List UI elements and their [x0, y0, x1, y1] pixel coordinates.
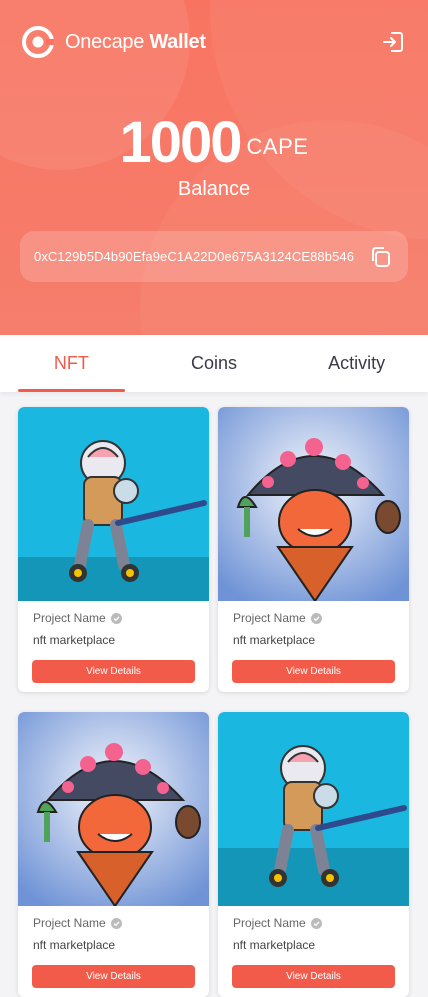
tab-activity[interactable]: Activity — [285, 335, 428, 392]
nft-card[interactable]: Project Name nft marketplace View Detail… — [18, 712, 209, 997]
nft-description: nft marketplace — [33, 633, 116, 647]
view-details-button[interactable]: View Details — [32, 965, 195, 988]
nft-description: nft marketplace — [233, 633, 316, 647]
nft-description: nft marketplace — [33, 938, 116, 952]
top-bar: Onecape Wallet — [22, 25, 406, 59]
mushroom-character-icon — [218, 407, 409, 601]
verified-icon — [110, 612, 122, 624]
nft-card[interactable]: Project Name nft marketplace View Detail… — [218, 407, 409, 692]
project-name: Project Name — [233, 916, 306, 930]
wallet-header: Onecape Wallet 1000 CAPE Balance 0xC129b… — [0, 0, 428, 335]
astronaut-robot-icon — [218, 712, 409, 906]
astronaut-robot-icon — [18, 407, 209, 601]
view-details-button[interactable]: View Details — [32, 660, 195, 683]
verified-icon — [310, 917, 322, 929]
nft-description: nft marketplace — [233, 938, 316, 952]
project-name: Project Name — [33, 611, 106, 625]
verified-icon — [110, 917, 122, 929]
wallet-address: 0xC129b5D4b90Efa9eC1A22D0e675A3124CE88b5… — [34, 249, 355, 264]
onecape-logo-icon — [22, 26, 54, 58]
tab-nft[interactable]: NFT — [0, 335, 143, 392]
project-name: Project Name — [33, 916, 106, 930]
balance-section: 1000 CAPE Balance — [0, 112, 428, 201]
project-name: Project Name — [233, 611, 306, 625]
nft-card[interactable]: Project Name nft marketplace View Detail… — [218, 712, 409, 997]
wallet-address-box: 0xC129b5D4b90Efa9eC1A22D0e675A3124CE88b5… — [20, 231, 408, 282]
nft-grid: Project Name nft marketplace View Detail… — [18, 407, 410, 997]
tab-coins[interactable]: Coins — [143, 335, 286, 392]
verified-icon — [310, 612, 322, 624]
nft-card[interactable]: Project Name nft marketplace View Detail… — [18, 407, 209, 692]
copy-icon[interactable] — [368, 244, 394, 270]
view-details-button[interactable]: View Details — [232, 660, 395, 683]
app-title: Onecape Wallet — [65, 30, 206, 53]
balance-unit: CAPE — [246, 134, 309, 159]
view-details-button[interactable]: View Details — [232, 965, 395, 988]
mushroom-character-icon — [18, 712, 209, 906]
tab-bar: NFT Coins Activity — [0, 335, 428, 392]
balance-amount: 1000 — [119, 110, 243, 175]
balance-label: Balance — [177, 178, 251, 200]
logout-icon[interactable] — [380, 29, 406, 55]
